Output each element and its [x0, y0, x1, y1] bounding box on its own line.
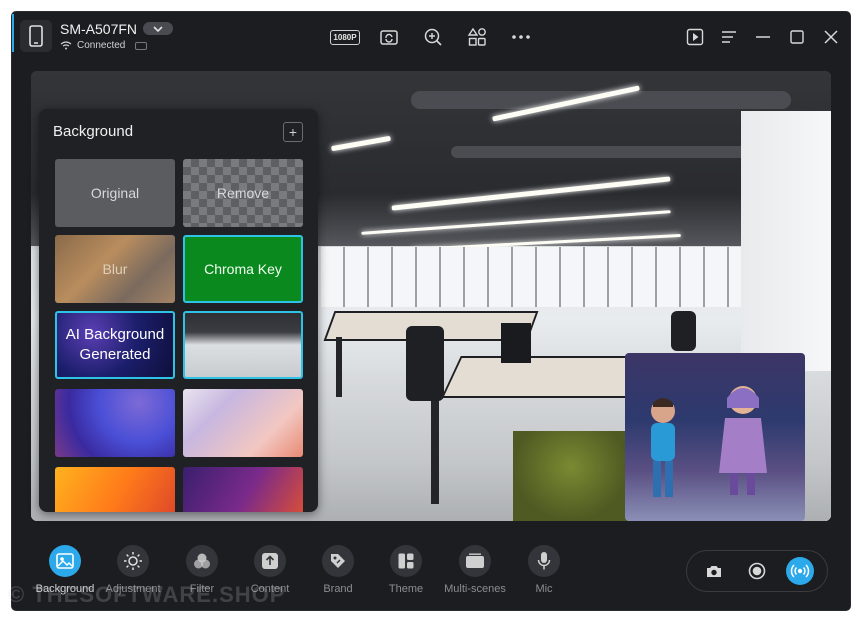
bg-tile-remove[interactable]: Remove [183, 159, 303, 227]
maximize-button[interactable] [782, 23, 812, 51]
add-background-button[interactable]: + [283, 122, 303, 142]
tag-icon [322, 545, 354, 577]
bg-tile-label: Blur [102, 261, 128, 277]
more-icon [512, 35, 530, 39]
shapes-icon [467, 27, 486, 46]
record-icon [748, 562, 766, 580]
tool-label: Theme [388, 583, 424, 595]
tool-label: Multi-scenes [444, 583, 506, 595]
menu-icon [722, 31, 736, 43]
battery-icon [135, 41, 148, 50]
bg-tile-original[interactable]: Original [55, 159, 175, 227]
more-button[interactable] [506, 24, 536, 50]
background-panel-title: Background [53, 123, 134, 140]
plus-icon: + [288, 124, 298, 140]
bg-tile-label: Remove [216, 185, 270, 201]
resolution-badge: 1080P [330, 29, 360, 45]
play-button[interactable] [680, 23, 710, 51]
bg-tile-chroma-key[interactable]: Chroma Key [183, 235, 303, 303]
shapes-button[interactable] [462, 24, 492, 50]
bg-tile-blur[interactable]: Blur [55, 235, 175, 303]
wifi-icon [60, 41, 72, 50]
watermark: © THESOFTWARE.SHOP [8, 582, 286, 607]
upload-icon [254, 545, 286, 577]
toolbar-center: 1080P [330, 24, 536, 50]
tool-multi-scenes[interactable]: Multi-scenes [441, 545, 509, 601]
device-name: SM-A507FN [60, 21, 138, 37]
bg-tile-pastel[interactable] [183, 389, 303, 457]
filter-icon [186, 545, 218, 577]
background-panel: Background + Original Remove Blur Chroma… [39, 109, 318, 512]
preview-duct [451, 146, 771, 158]
device-dropdown[interactable] [143, 22, 173, 35]
rotate-camera-button[interactable] [374, 24, 404, 50]
preview-windows [321, 247, 741, 307]
preview-overlay-image [625, 353, 805, 521]
live-button[interactable] [785, 557, 814, 585]
theme-icon [390, 545, 422, 577]
close-button[interactable] [816, 23, 846, 51]
phone-icon[interactable] [20, 20, 52, 52]
close-icon [824, 30, 838, 44]
preview-chair [671, 311, 696, 351]
menu-button[interactable] [714, 23, 744, 51]
preview-monitor [501, 323, 531, 363]
maximize-icon [790, 30, 804, 44]
connection-status: Connected [60, 40, 148, 51]
rotate-camera-icon [380, 30, 398, 45]
play-icon [686, 28, 704, 46]
zoom-icon [424, 28, 442, 46]
bg-tile-purple[interactable] [183, 467, 303, 512]
title-bar: SM-A507FN Connected 1080P [12, 12, 850, 62]
mic-icon [528, 545, 560, 577]
preview-desk-leg [431, 394, 439, 504]
scenes-icon [459, 545, 491, 577]
bg-tile-orange[interactable] [55, 467, 175, 512]
preview-plant [513, 431, 628, 521]
bg-tile-label: Original [90, 185, 140, 201]
image-icon [49, 545, 81, 577]
brightness-icon [117, 545, 149, 577]
zoom-button[interactable] [418, 24, 448, 50]
preview-chair [406, 326, 444, 401]
tool-label: Brand [323, 583, 353, 595]
bg-tile-space[interactable] [55, 389, 175, 457]
bg-tile-office[interactable] [183, 311, 303, 379]
window-accent [12, 14, 14, 52]
kid-figure-icon [719, 386, 767, 495]
bg-tile-label: AI Background Generated [65, 326, 165, 363]
app-window: SM-A507FN Connected 1080P Background + O… [12, 12, 850, 610]
tool-brand[interactable]: Brand [304, 545, 372, 601]
minimize-icon [756, 36, 770, 38]
bg-tile-ai-generated[interactable]: AI Background Generated [55, 311, 175, 379]
chevron-down-icon [153, 25, 163, 32]
minimize-button[interactable] [748, 23, 778, 51]
bg-tile-label: Chroma Key [204, 261, 282, 277]
resolution-button[interactable]: 1080P [330, 24, 360, 50]
camera-icon [707, 566, 722, 577]
snapshot-button[interactable] [700, 557, 728, 585]
tool-theme[interactable]: Theme [372, 545, 440, 601]
kid-figure-icon [651, 398, 675, 497]
capture-controls [686, 550, 828, 592]
tool-label: Mic [535, 583, 553, 595]
live-icon [790, 564, 809, 578]
tool-mic[interactable]: Mic [510, 545, 578, 601]
record-button[interactable] [743, 557, 771, 585]
preview-desk-leg [336, 337, 342, 397]
window-controls [680, 23, 846, 51]
status-text: Connected [77, 40, 126, 51]
